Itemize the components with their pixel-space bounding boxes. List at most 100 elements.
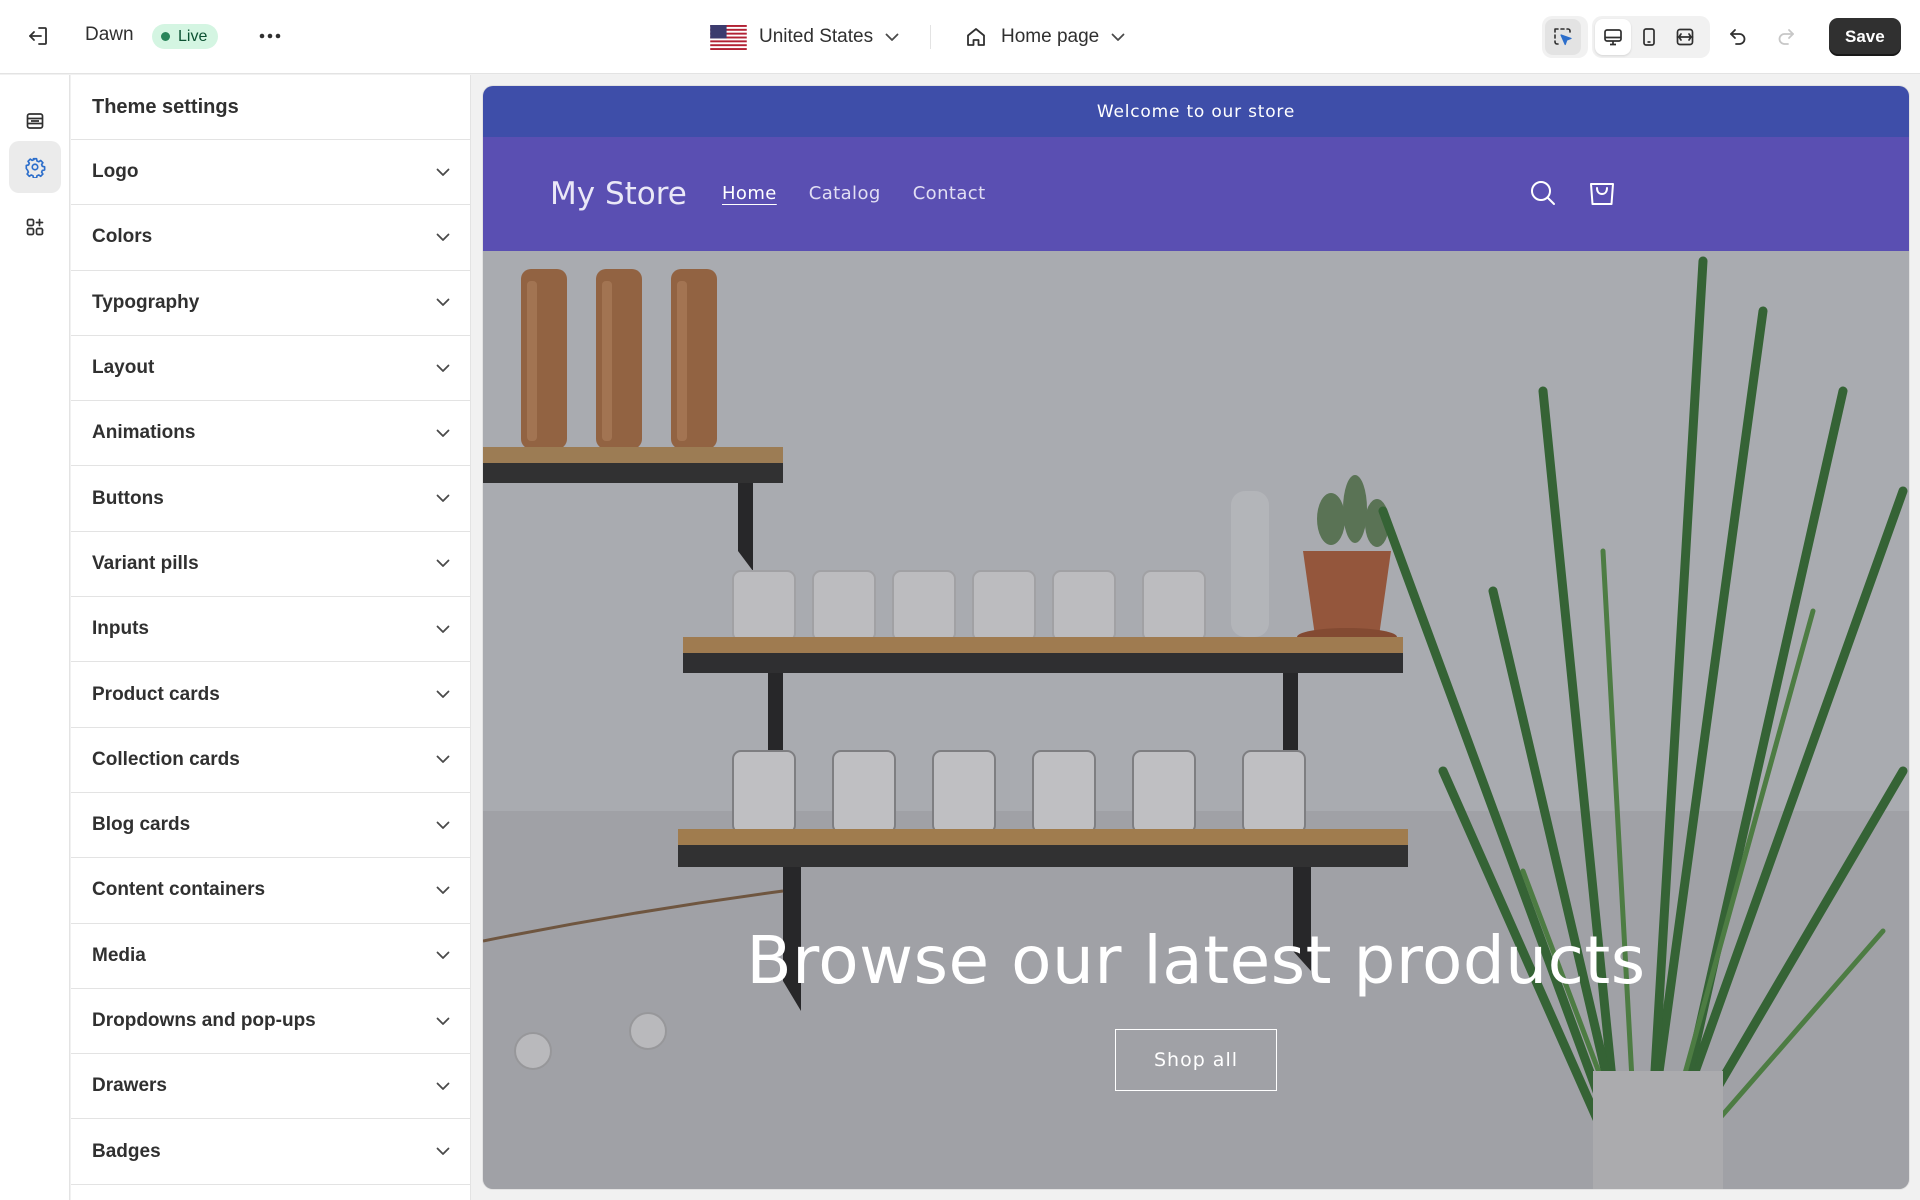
save-button[interactable]: Save: [1829, 18, 1901, 56]
settings-accordion-inputs[interactable]: Inputs: [71, 597, 470, 663]
cart-icon: [1590, 183, 1614, 205]
accordion-item-label: Layout: [92, 357, 155, 379]
announcement-bar: Welcome to our store: [483, 86, 1909, 137]
exit-icon: [29, 27, 47, 45]
settings-accordion-typography[interactable]: Typography: [71, 271, 470, 336]
accordion-item-label: Drawers: [92, 1075, 167, 1097]
desktop-icon: [1604, 29, 1622, 46]
exit-button[interactable]: [20, 18, 56, 54]
us-flag-icon: [710, 24, 747, 50]
theme-settings-panel: Theme settings Logo Colors Typography La…: [71, 75, 471, 1200]
inspector-toggle-group: [1542, 16, 1588, 58]
settings-accordion-collection-cards[interactable]: Collection cards: [71, 728, 470, 793]
undo-icon: [1730, 29, 1746, 45]
settings-accordion-blog-cards[interactable]: Blog cards: [71, 793, 470, 859]
more-actions-button[interactable]: [252, 18, 288, 54]
mobile-icon: [1643, 28, 1655, 46]
country-selector[interactable]: United States: [710, 18, 899, 56]
chevron-down-icon: [436, 951, 450, 960]
accordion-item-label: Media: [92, 944, 146, 966]
chevron-down-icon: [436, 233, 450, 241]
redo-button[interactable]: [1768, 18, 1804, 54]
chevron-down-icon: [436, 429, 450, 437]
settings-accordion-drawers[interactable]: Drawers: [71, 1054, 470, 1120]
settings-accordion-product-cards[interactable]: Product cards: [71, 662, 470, 728]
accordion-item-label: Logo: [92, 161, 139, 183]
apps-icon: [26, 218, 44, 236]
settings-accordion-colors[interactable]: Colors: [71, 205, 470, 271]
redo-icon: [1778, 29, 1794, 45]
country-label: United States: [759, 26, 874, 47]
chevron-down-icon: [436, 821, 450, 829]
accordion-item-label: Badges: [92, 1140, 161, 1162]
settings-accordion-layout[interactable]: Layout: [71, 336, 470, 402]
search-icon: [1531, 181, 1555, 205]
live-dot-icon: [161, 32, 170, 41]
sections-icon: [26, 113, 44, 129]
chevron-down-icon: [436, 560, 450, 568]
chevron-down-icon: [436, 1082, 450, 1090]
settings-accordion-list: Logo Colors Typography Layout Animations…: [71, 140, 470, 1185]
chevron-down-icon: [436, 168, 450, 176]
accordion-item-label: Buttons: [92, 487, 164, 509]
settings-accordion-badges[interactable]: Badges: [71, 1119, 470, 1185]
desktop-view-button[interactable]: [1595, 19, 1631, 55]
status-badge: Live: [152, 24, 219, 49]
settings-accordion-dropdowns-and-pop-ups[interactable]: Dropdowns and pop-ups: [71, 989, 470, 1055]
settings-accordion-logo[interactable]: Logo: [71, 140, 470, 206]
chevron-down-icon: [436, 886, 450, 894]
storefront-preview: Welcome to our store My Store Home Catal…: [483, 86, 1909, 1189]
chevron-down-icon: [436, 364, 450, 372]
panel-title: Theme settings: [71, 75, 470, 140]
topbar-divider: [930, 25, 931, 49]
accordion-item-label: Dropdowns and pop-ups: [92, 1010, 316, 1031]
settings-accordion-animations[interactable]: Animations: [71, 401, 470, 467]
store-header: My Store Home Catalog Contact: [483, 137, 1909, 251]
accordion-item-label: Typography: [92, 291, 200, 313]
full-width-icon: [1676, 28, 1694, 46]
chevron-down-icon: [436, 690, 450, 698]
apps-nav-button[interactable]: [9, 201, 61, 253]
nav-link-catalog[interactable]: Catalog: [809, 183, 881, 204]
accordion-item-label: Variant pills: [92, 552, 199, 574]
editor-sidebar-rail: [0, 75, 70, 1200]
theme-settings-nav-button[interactable]: [9, 141, 61, 193]
chevron-down-icon: [436, 755, 450, 764]
accordion-item-label: Inputs: [92, 618, 149, 640]
settings-accordion-buttons[interactable]: Buttons: [71, 466, 470, 532]
more-horizontal-icon: [259, 33, 281, 39]
undo-button[interactable]: [1720, 18, 1756, 54]
status-badge-label: Live: [178, 27, 208, 45]
gear-icon: [25, 157, 46, 178]
store-cart-button[interactable]: [1584, 175, 1620, 211]
accordion-item-label: Collection cards: [92, 748, 240, 770]
page-label: Home page: [1001, 26, 1100, 47]
hero-banner: Browse our latest products Shop all: [483, 251, 1909, 1189]
accordion-item-label: Product cards: [92, 683, 220, 705]
store-logo[interactable]: My Store: [550, 176, 687, 212]
hero-title: Browse our latest products: [746, 922, 1646, 999]
sections-nav-button[interactable]: [9, 95, 61, 147]
accordion-item-label: Animations: [92, 422, 196, 444]
chevron-down-icon: [885, 33, 899, 41]
chevron-down-icon: [436, 494, 450, 503]
store-search-button[interactable]: [1525, 175, 1561, 211]
chevron-down-icon: [436, 1017, 450, 1025]
shop-all-button[interactable]: Shop all: [1115, 1029, 1277, 1091]
accordion-item-label: Content containers: [92, 879, 266, 901]
mobile-view-button[interactable]: [1631, 19, 1667, 55]
full-width-view-button[interactable]: [1667, 19, 1703, 55]
settings-accordion-media[interactable]: Media: [71, 924, 470, 989]
settings-accordion-content-containers[interactable]: Content containers: [71, 858, 470, 924]
page-selector[interactable]: Home page: [965, 18, 1125, 56]
inspector-button[interactable]: [1545, 19, 1581, 55]
viewport-toggle-group: [1592, 16, 1710, 58]
chevron-down-icon: [436, 298, 450, 307]
select-cursor-icon: [1554, 28, 1572, 46]
chevron-down-icon: [436, 1147, 450, 1155]
home-icon: [967, 28, 985, 46]
editor-topbar: Dawn Live United States Home page Save: [0, 0, 1920, 74]
settings-accordion-variant-pills[interactable]: Variant pills: [71, 532, 470, 598]
nav-link-contact[interactable]: Contact: [913, 183, 986, 204]
nav-link-home[interactable]: Home: [722, 183, 777, 204]
